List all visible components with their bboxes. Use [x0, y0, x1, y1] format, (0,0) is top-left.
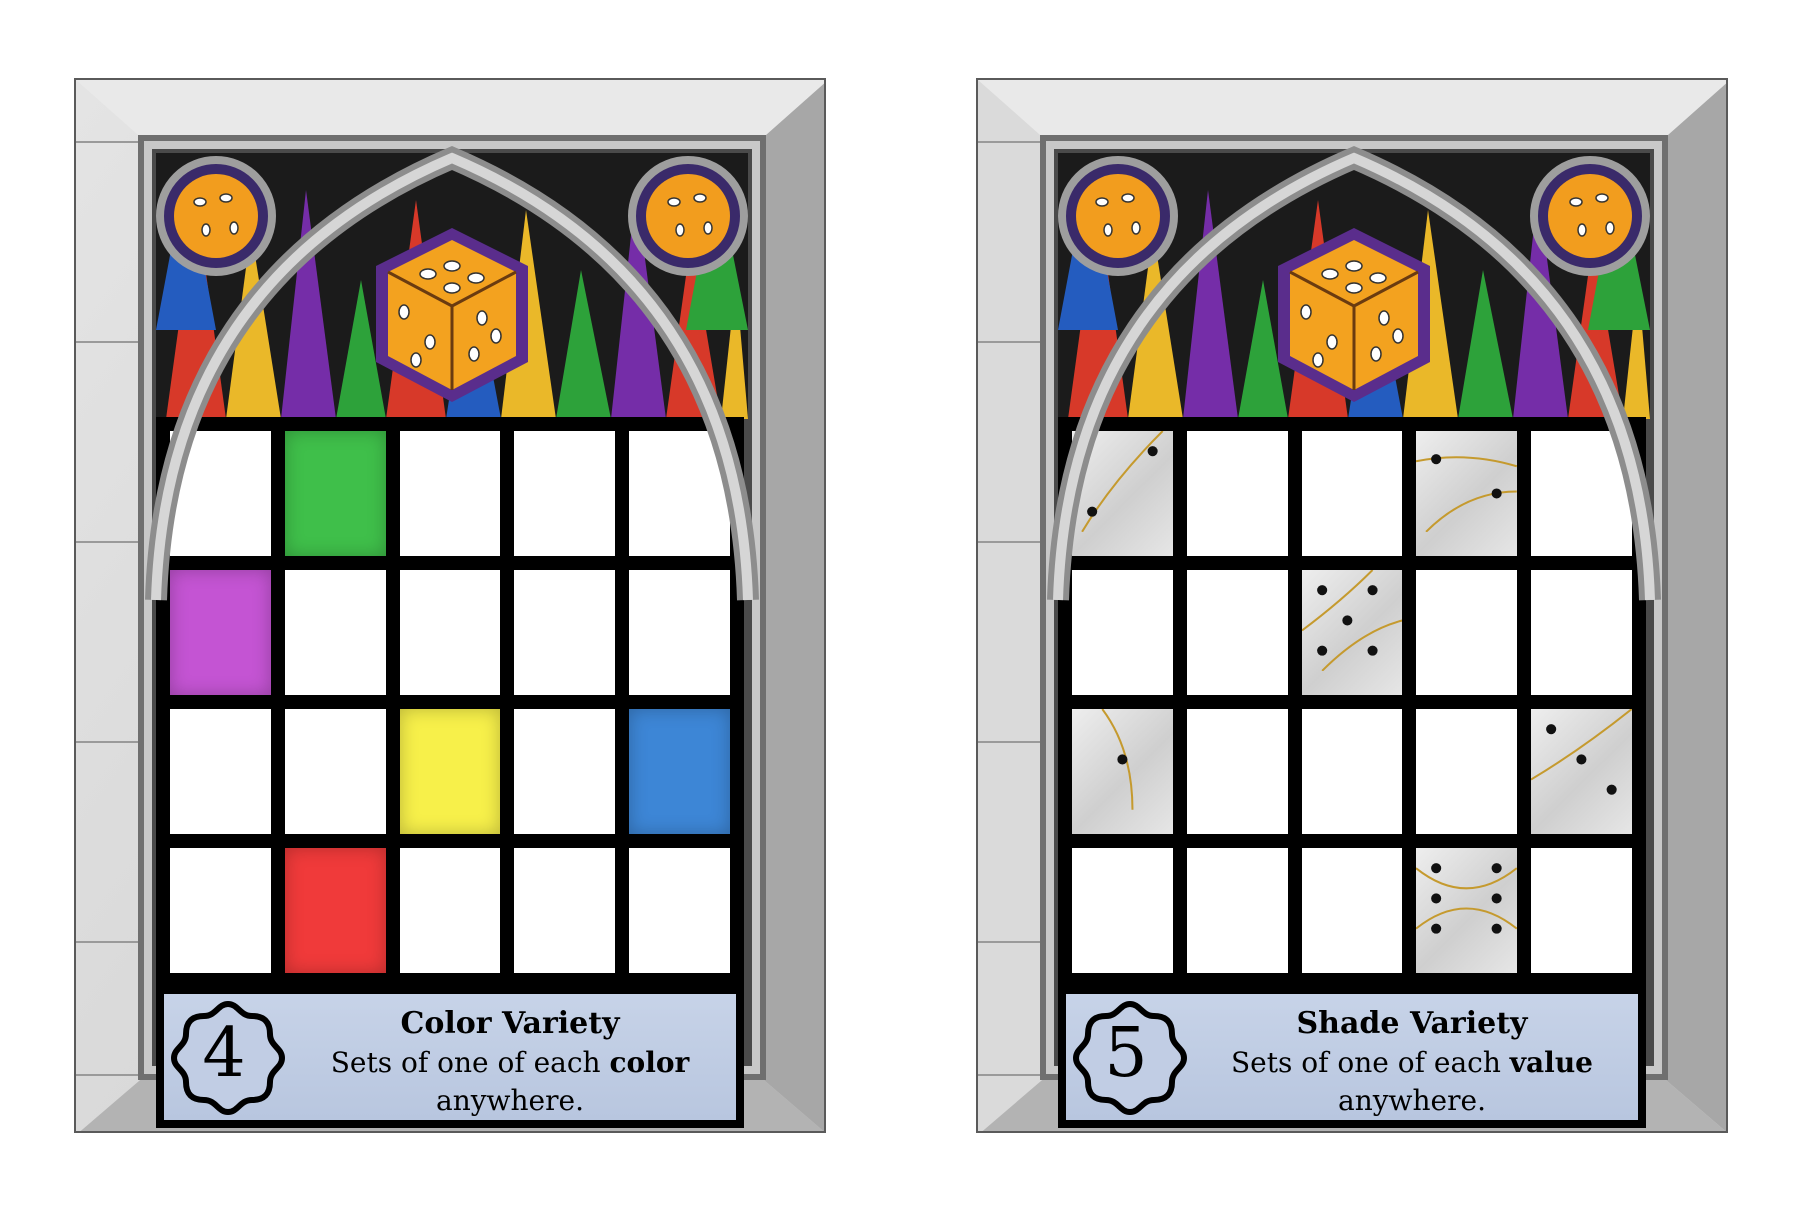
grid-cell-2-4	[1416, 570, 1518, 695]
grid-cell-1-2	[1186, 431, 1288, 556]
shade-pattern-icon	[1301, 570, 1403, 671]
grid-cell-1-4	[514, 431, 616, 556]
grid-cell-2-2	[284, 570, 386, 695]
objective-title: Color Variety	[400, 1006, 620, 1041]
objective-description: Sets of one of each color anywhere.	[330, 1046, 690, 1117]
grid-cell-4-1	[1072, 848, 1173, 973]
grid-cell-2-2	[1186, 570, 1288, 695]
grid-cell-2-5	[629, 570, 730, 695]
grid-cell-2-1	[1072, 570, 1173, 695]
grid-cell-4-4-shade	[1416, 848, 1518, 973]
objective-label-panel: 4 Color Variety Sets of one of each colo…	[156, 986, 744, 1128]
window-pattern-grid	[1058, 417, 1646, 987]
shade-pattern-icon	[1416, 454, 1518, 532]
objective-card-shade-variety[interactable]: 5 Shade Variety Sets of one of each valu…	[976, 78, 1728, 1133]
points-value: 5	[1104, 1014, 1148, 1093]
grid-cell-1-3	[399, 431, 501, 556]
grid-cell-4-5	[629, 848, 730, 973]
grid-cell-1-5	[1531, 431, 1632, 556]
grid-cell-3-4	[514, 709, 616, 834]
objective-title: Shade Variety	[1296, 1006, 1528, 1041]
grid-cell-2-3-shade	[1301, 570, 1403, 695]
grid-cell-3-3-yellow	[399, 709, 501, 834]
grid-cell-4-2-red	[284, 848, 386, 973]
objective-card-color-variety[interactable]: 4 Color Variety Sets of one of each colo…	[74, 78, 826, 1133]
shade-pattern-icon	[1531, 709, 1632, 795]
grid-cell-1-1-shade	[1072, 431, 1173, 556]
grid-cell-3-5-shade	[1531, 709, 1632, 834]
grid-cell-1-4-shade	[1416, 431, 1518, 556]
grid-cell-1-1	[170, 431, 271, 556]
grid-cell-2-4	[514, 570, 616, 695]
grid-cell-4-3	[1301, 848, 1403, 973]
shade-pattern-icon	[1081, 431, 1164, 532]
grid-cell-4-1	[170, 848, 271, 973]
grid-cell-3-1-shade	[1072, 709, 1173, 834]
grid-cell-3-2	[1186, 709, 1288, 834]
grid-cell-1-3	[1301, 431, 1403, 556]
grid-cell-3-3	[1301, 709, 1403, 834]
grid-cell-3-4	[1416, 709, 1518, 834]
shade-pattern-icon	[1416, 863, 1518, 934]
grid-cell-2-1-purple	[170, 570, 271, 695]
grid-cell-3-1	[170, 709, 271, 834]
grid-cell-3-2	[284, 709, 386, 834]
grid-cell-1-5	[629, 431, 730, 556]
objective-label-panel: 5 Shade Variety Sets of one of each valu…	[1058, 986, 1646, 1128]
objective-description: Sets of one of each value anywhere.	[1231, 1046, 1593, 1117]
points-value: 4	[202, 1014, 246, 1093]
grid-cell-4-2	[1186, 848, 1288, 973]
window-pattern-grid	[156, 417, 744, 987]
grid-cell-2-3	[399, 570, 501, 695]
grid-cell-2-5	[1531, 570, 1632, 695]
grid-cell-1-2-green	[284, 431, 386, 556]
grid-cell-4-5	[1531, 848, 1632, 973]
grid-cell-4-4	[514, 848, 616, 973]
grid-cell-3-5-blue	[629, 709, 730, 834]
shade-pattern-icon	[1101, 709, 1134, 810]
grid-cell-4-3	[399, 848, 501, 973]
